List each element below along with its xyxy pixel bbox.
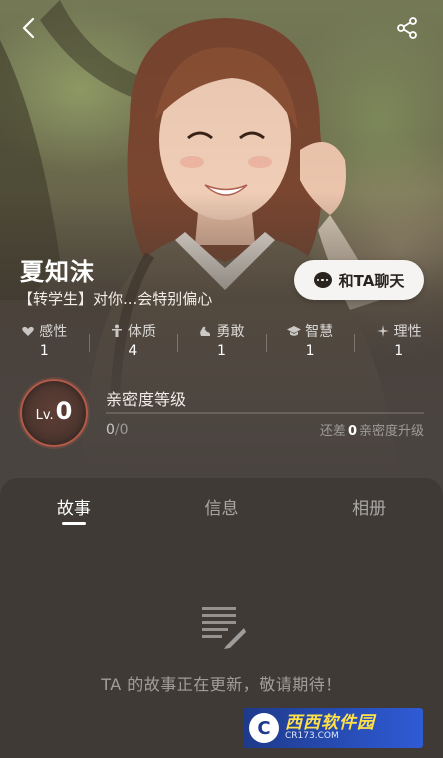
tab-info[interactable]: 信息 bbox=[148, 478, 296, 530]
stat-value: 1 bbox=[39, 343, 49, 359]
hint-prefix: 还差 bbox=[319, 424, 346, 439]
stat-value: 1 bbox=[305, 343, 315, 359]
content-tabs: 故事 信息 相册 bbox=[0, 478, 443, 530]
stat-label: 体质 bbox=[127, 324, 156, 340]
chat-with-ta-button[interactable]: 和TA聊天 bbox=[294, 260, 424, 300]
intimacy-level-badge: Lv. 0 bbox=[20, 379, 88, 447]
intimacy-upgrade-hint: 还差 0 亲密度升级 bbox=[320, 420, 424, 439]
chat-button-label: 和TA聊天 bbox=[338, 271, 405, 290]
attribute-stats: 感性 1 体质 4 勇敢 1 智慧 1 理性 1 bbox=[0, 320, 443, 366]
hint-value: 0 bbox=[347, 424, 357, 439]
share-icon bbox=[397, 17, 417, 39]
stat-value: 1 bbox=[394, 343, 404, 359]
level-number: 0 bbox=[55, 397, 73, 425]
tab-story[interactable]: 故事 bbox=[0, 478, 148, 530]
chevron-left-icon bbox=[22, 17, 35, 39]
hint-suffix: 亲密度升级 bbox=[358, 424, 424, 439]
intimacy-current: 0 bbox=[106, 422, 115, 438]
stat-physique: 体质 4 bbox=[88, 320, 178, 366]
stat-value: 1 bbox=[217, 343, 226, 359]
share-button[interactable] bbox=[389, 10, 425, 46]
intimacy-progress-bar bbox=[106, 412, 424, 414]
character-name: 夏知沫 bbox=[20, 258, 95, 286]
site-watermark: C 西西软件园 CR173.COM bbox=[243, 708, 423, 748]
intimacy-title: 亲密度等级 bbox=[106, 390, 187, 409]
person-icon bbox=[111, 324, 122, 337]
stat-value: 4 bbox=[128, 343, 138, 359]
watermark-title: 西西软件园 bbox=[285, 712, 375, 733]
level-prefix: Lv. bbox=[35, 408, 54, 423]
chat-bubble-icon bbox=[313, 272, 332, 288]
stat-bravery: 勇敢 1 bbox=[177, 320, 266, 366]
intimacy-max: 0 bbox=[119, 422, 129, 438]
back-button[interactable] bbox=[10, 10, 46, 46]
story-empty-message: TA 的故事正在更新，敬请期待！ bbox=[101, 675, 342, 694]
stat-label: 勇敢 bbox=[216, 324, 245, 340]
heart-hands-icon bbox=[22, 326, 35, 336]
arm-icon bbox=[200, 326, 211, 336]
watermark-url: CR173.COM bbox=[285, 731, 339, 742]
tab-album[interactable]: 相册 bbox=[295, 478, 443, 530]
stat-label: 智慧 bbox=[305, 324, 334, 340]
stat-label: 感性 bbox=[39, 324, 68, 340]
sparkle-icon bbox=[376, 325, 389, 337]
intimacy-progress-text: 0/0 bbox=[106, 422, 129, 438]
graduation-cap-icon bbox=[287, 326, 302, 336]
stat-sensitivity: 感性 1 bbox=[0, 320, 89, 366]
story-document-icon bbox=[202, 607, 246, 649]
stat-rationality: 理性 1 bbox=[354, 320, 443, 366]
character-tagline: 【转学生】对你...会特别偏心 bbox=[18, 290, 213, 308]
stat-label: 理性 bbox=[393, 324, 422, 340]
stat-wisdom: 智慧 1 bbox=[265, 320, 355, 366]
watermark-logo: C bbox=[249, 713, 279, 743]
